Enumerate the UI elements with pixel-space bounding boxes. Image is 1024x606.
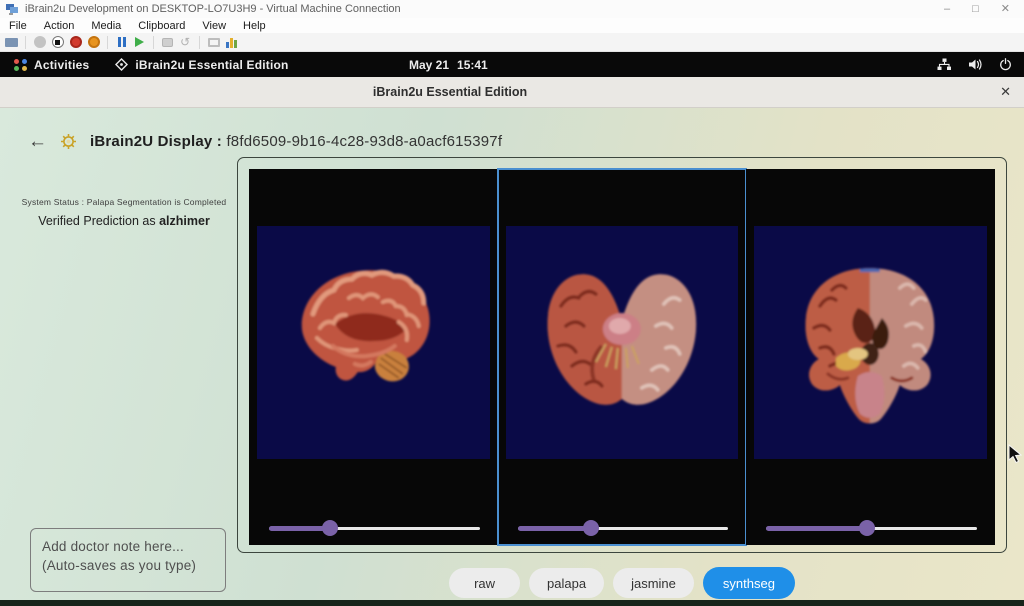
gear-icon: [60, 133, 77, 150]
clock-time: 15:41: [457, 58, 488, 72]
jasmine-button[interactable]: jasmine: [613, 568, 694, 598]
power-icon[interactable]: [33, 36, 46, 49]
power-icon: [999, 58, 1012, 71]
app-close-button[interactable]: ✕: [1000, 84, 1011, 100]
back-button[interactable]: ←: [28, 132, 47, 151]
menu-file[interactable]: File: [9, 20, 27, 32]
checkpoint-icon[interactable]: [161, 36, 174, 49]
app-indicator-icon: [115, 58, 128, 71]
display-header: ← iBrain2U Display : f8fd6509-9b16-4c28-…: [28, 132, 502, 151]
network-icon: [937, 58, 952, 71]
app-titlebar: iBrain2u Essential Edition ✕: [0, 77, 1024, 108]
toolbar-separator: [153, 36, 154, 49]
start-icon[interactable]: [133, 36, 146, 49]
system-status-area[interactable]: [937, 52, 1016, 77]
activities-label: Activities: [34, 58, 89, 72]
coronal-slice-slider[interactable]: [766, 520, 977, 536]
display-title: iBrain2U Display :: [90, 133, 222, 150]
clock-date: May 21: [409, 58, 449, 72]
toolbar-separator: [107, 36, 108, 49]
palapa-button[interactable]: palapa: [529, 568, 604, 598]
menu-clipboard[interactable]: Clipboard: [138, 20, 185, 32]
menu-view[interactable]: View: [202, 20, 226, 32]
menu-help[interactable]: Help: [243, 20, 266, 32]
system-status-text: System Status : Palapa Segmentation is C…: [14, 197, 234, 207]
sagittal-scan-image: [257, 226, 490, 459]
screen: iBrain2u Development on DESKTOP-LO7U3H9 …: [0, 0, 1024, 606]
volume-icon: [968, 58, 983, 71]
synthseg-button[interactable]: synthseg: [703, 567, 795, 599]
slider-thumb[interactable]: [859, 520, 875, 536]
vm-toolbar: ↻: [0, 33, 1024, 52]
app-indicator-label: iBrain2u Essential Edition: [135, 58, 288, 72]
prediction-value: alzhimer: [159, 214, 210, 228]
vm-menubar: File Action Media Clipboard View Help: [0, 18, 1024, 33]
doctor-note-input[interactable]: Add doctor note here... (Auto-saves as y…: [30, 528, 226, 592]
maximize-button[interactable]: □: [972, 2, 979, 16]
app-indicator[interactable]: iBrain2u Essential Edition: [115, 58, 288, 72]
minimize-button[interactable]: –: [944, 2, 950, 16]
note-placeholder-line1: Add doctor note here...: [42, 537, 214, 556]
ctrl-alt-del-icon[interactable]: [5, 36, 18, 49]
sagittal-view[interactable]: [249, 169, 498, 545]
menu-media[interactable]: Media: [91, 20, 121, 32]
viewer-panel: [237, 157, 1007, 553]
app-main: ← iBrain2U Display : f8fd6509-9b16-4c28-…: [0, 108, 1024, 600]
activities-icon: [14, 58, 27, 71]
activities-button[interactable]: Activities: [14, 58, 89, 72]
coronal-view[interactable]: [746, 169, 995, 545]
raw-button[interactable]: raw: [449, 568, 520, 598]
axial-scan-image: [506, 226, 739, 459]
app-window-title: iBrain2u Essential Edition: [373, 85, 527, 99]
enhanced-session-icon[interactable]: [207, 36, 220, 49]
save-icon[interactable]: [87, 36, 100, 49]
slider-thumb[interactable]: [583, 520, 599, 536]
display-uuid: f8fd6509-9b16-4c28-93d8-a0acf615397f: [226, 133, 502, 150]
prediction-text: Verified Prediction as alzhimer: [14, 214, 234, 228]
pause-icon[interactable]: [115, 36, 128, 49]
menu-action[interactable]: Action: [44, 20, 75, 32]
axial-slice-slider[interactable]: [518, 520, 729, 536]
shut-down-icon[interactable]: [69, 36, 82, 49]
close-button[interactable]: ✕: [1001, 2, 1010, 16]
vm-window-title: iBrain2u Development on DESKTOP-LO7U3H9 …: [25, 3, 944, 15]
slider-thumb[interactable]: [322, 520, 338, 536]
mouse-cursor: [1008, 444, 1022, 464]
revert-icon[interactable]: ↻: [179, 36, 192, 49]
note-placeholder-line2: (Auto-saves as you type): [42, 556, 214, 575]
gnome-top-bar: Activities iBrain2u Essential Edition Ma…: [0, 52, 1024, 77]
clock[interactable]: May 21 15:41: [409, 52, 488, 77]
insights-icon[interactable]: [225, 36, 238, 49]
toolbar-separator: [199, 36, 200, 49]
bottom-strip: [0, 600, 1024, 606]
coronal-scan-image: [754, 226, 987, 459]
sagittal-slice-slider[interactable]: [269, 520, 480, 536]
vm-titlebar: iBrain2u Development on DESKTOP-LO7U3H9 …: [0, 0, 1024, 18]
toolbar-separator: [25, 36, 26, 49]
vm-app-icon: [6, 4, 19, 15]
mode-button-row: raw palapa jasmine synthseg: [237, 568, 1007, 599]
turn-off-icon[interactable]: [51, 36, 64, 49]
axial-view[interactable]: [498, 169, 747, 545]
